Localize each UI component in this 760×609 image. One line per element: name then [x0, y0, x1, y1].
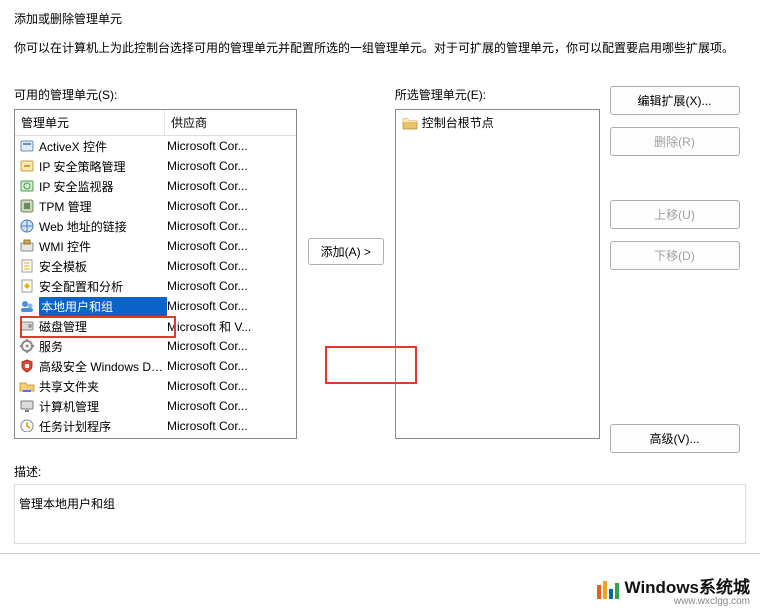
snapin-vendor: Microsoft Cor...: [167, 359, 292, 373]
list-item[interactable]: 任务计划程序Microsoft Cor...: [15, 416, 296, 432]
advanced-button[interactable]: 高级(V)...: [610, 424, 740, 453]
snapin-vendor: Microsoft Cor...: [167, 159, 292, 173]
move-down-button[interactable]: 下移(D): [610, 241, 740, 270]
list-item[interactable]: 安全配置和分析Microsoft Cor...: [15, 276, 296, 296]
snapin-name: ActiveX 控件: [39, 138, 167, 155]
snapin-vendor: Microsoft Cor...: [167, 379, 292, 393]
snapin-vendor: Microsoft Cor...: [167, 419, 292, 432]
main-area: 可用的管理单元(S): 管理单元 供应商 ActiveX 控件Microsoft…: [14, 86, 746, 453]
shared-icon: [19, 378, 35, 394]
snapin-name: 磁盘管理: [39, 318, 167, 335]
available-label: 可用的管理单元(S):: [14, 86, 297, 103]
list-item[interactable]: 高级安全 Windows De...Microsoft Cor...: [15, 356, 296, 376]
snapin-vendor: Microsoft Cor...: [167, 199, 292, 213]
list-item[interactable]: WMI 控件Microsoft Cor...: [15, 236, 296, 256]
available-pane: 可用的管理单元(S): 管理单元 供应商 ActiveX 控件Microsoft…: [14, 86, 297, 439]
snapin-vendor: Microsoft Cor...: [167, 139, 292, 153]
col-snapin[interactable]: 管理单元: [15, 110, 165, 135]
snapin-vendor: Microsoft 和 V...: [167, 318, 292, 335]
middle-pane: 添加(A) >: [307, 86, 385, 416]
snapin-name: 高级安全 Windows De...: [39, 358, 167, 375]
list-item[interactable]: Web 地址的链接Microsoft Cor...: [15, 216, 296, 236]
watermark-text: Windows系统城: [625, 578, 750, 597]
add-button[interactable]: 添加(A) >: [308, 238, 384, 265]
description-label: 描述:: [14, 463, 746, 480]
tpm-icon: [19, 198, 35, 214]
snapin-name: 任务计划程序: [39, 418, 167, 433]
console-root-node[interactable]: 控制台根节点: [402, 114, 593, 131]
activex-icon: [19, 138, 35, 154]
list-header: 管理单元 供应商: [15, 110, 296, 136]
ipsecmon-icon: [19, 178, 35, 194]
snapin-vendor: Microsoft Cor...: [167, 179, 292, 193]
sectpl-icon: [19, 258, 35, 274]
tasksched-icon: [19, 418, 35, 432]
dialog-description: 你可以在计算机上为此控制台选择可用的管理单元并配置所选的一组管理单元。对于可扩展…: [14, 39, 746, 56]
folder-icon: [402, 115, 418, 131]
list-item[interactable]: 磁盘管理Microsoft 和 V...: [15, 316, 296, 336]
seccfg-icon: [19, 278, 35, 294]
list-item[interactable]: 服务Microsoft Cor...: [15, 336, 296, 356]
weblink-icon: [19, 218, 35, 234]
snapin-vendor: Microsoft Cor...: [167, 299, 292, 313]
snapin-name: WMI 控件: [39, 238, 167, 255]
list-item[interactable]: 安全模板Microsoft Cor...: [15, 256, 296, 276]
snapin-name: 本地用户和组: [39, 297, 167, 316]
wmi-icon: [19, 238, 35, 254]
available-list[interactable]: 管理单元 供应商 ActiveX 控件Microsoft Cor...IP 安全…: [14, 109, 297, 439]
snapin-vendor: Microsoft Cor...: [167, 239, 292, 253]
list-item[interactable]: IP 安全监视器Microsoft Cor...: [15, 176, 296, 196]
ipsec-icon: [19, 158, 35, 174]
list-item[interactable]: 共享文件夹Microsoft Cor...: [15, 376, 296, 396]
snapin-vendor: Microsoft Cor...: [167, 259, 292, 273]
list-item[interactable]: ActiveX 控件Microsoft Cor...: [15, 136, 296, 156]
list-item[interactable]: IP 安全策略管理Microsoft Cor...: [15, 156, 296, 176]
selected-tree[interactable]: 控制台根节点: [395, 109, 600, 439]
compmgmt-icon: [19, 398, 35, 414]
list-item[interactable]: 计算机管理Microsoft Cor...: [15, 396, 296, 416]
snapin-vendor: Microsoft Cor...: [167, 279, 292, 293]
snapin-name: 安全模板: [39, 258, 167, 275]
move-up-button[interactable]: 上移(U): [610, 200, 740, 229]
remove-button[interactable]: 删除(R): [610, 127, 740, 156]
col-vendor[interactable]: 供应商: [165, 110, 296, 135]
selected-label: 所选管理单元(E):: [395, 86, 600, 103]
dialog-window: 添加或删除管理单元 你可以在计算机上为此控制台选择可用的管理单元并配置所选的一组…: [0, 0, 760, 609]
list-item[interactable]: 本地用户和组Microsoft Cor...: [15, 296, 296, 316]
list-item[interactable]: TPM 管理Microsoft Cor...: [15, 196, 296, 216]
snapin-name: IP 安全监视器: [39, 178, 167, 195]
snapin-vendor: Microsoft Cor...: [167, 399, 292, 413]
snapin-name: 安全配置和分析: [39, 278, 167, 295]
snapin-name: IP 安全策略管理: [39, 158, 167, 175]
services-icon: [19, 338, 35, 354]
snapin-name: 共享文件夹: [39, 378, 167, 395]
watermark: Windows系统城 www.wxclgg.com: [597, 573, 750, 607]
footer-bar: Windows系统城 www.wxclgg.com: [0, 553, 760, 609]
snapin-name: TPM 管理: [39, 198, 167, 215]
dialog-title: 添加或删除管理单元: [14, 10, 746, 27]
selected-pane: 所选管理单元(E): 控制台根节点: [395, 86, 600, 439]
edit-extensions-button[interactable]: 编辑扩展(X)...: [610, 86, 740, 115]
description-section: 描述: 管理本地用户和组: [14, 463, 746, 544]
snapin-vendor: Microsoft Cor...: [167, 219, 292, 233]
disk-icon: [19, 318, 35, 334]
description-text: 管理本地用户和组: [19, 497, 115, 511]
console-root-label: 控制台根节点: [422, 114, 494, 131]
watermark-url: www.wxclgg.com: [625, 596, 750, 607]
snapin-name: 计算机管理: [39, 398, 167, 415]
snapin-vendor: Microsoft Cor...: [167, 339, 292, 353]
button-column: 编辑扩展(X)... 删除(R) 上移(U) 下移(D) 高级(V)...: [610, 86, 747, 453]
description-box: 管理本地用户和组: [14, 484, 746, 544]
firewall-icon: [19, 358, 35, 374]
lusrmgr-icon: [19, 298, 35, 314]
watermark-logo-icon: [597, 581, 619, 599]
snapin-name: Web 地址的链接: [39, 218, 167, 235]
snapin-name: 服务: [39, 338, 167, 355]
